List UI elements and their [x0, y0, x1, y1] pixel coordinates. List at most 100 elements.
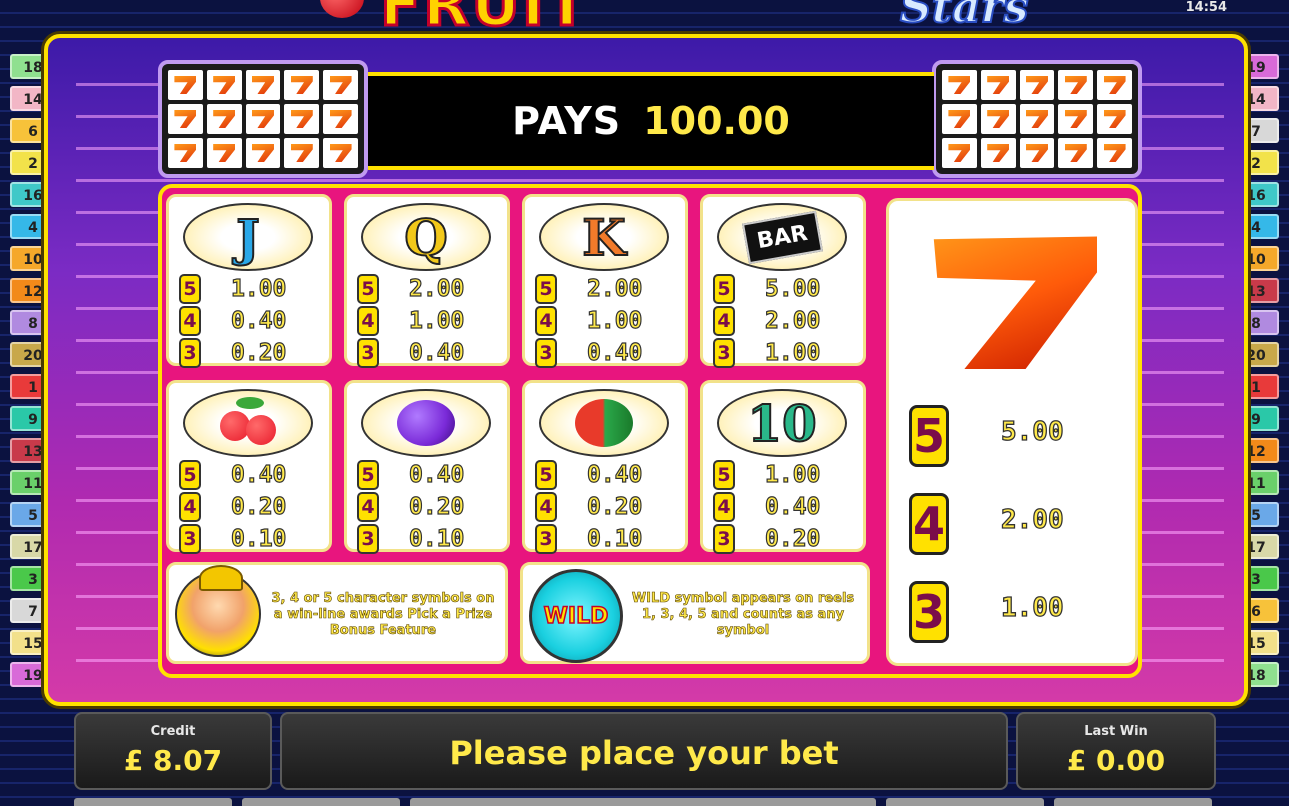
seven-pay-row: 3 1.00 [909, 581, 1129, 643]
pay-rows: 5 1.00 4 0.40 3 0.20 [713, 459, 853, 555]
wild-info-text: WILD symbol appears on reels 1, 3, 4, 5 … [631, 591, 855, 639]
seven-icon [213, 76, 236, 94]
clock: 14:54 [1185, 0, 1227, 15]
hat-icon [199, 565, 243, 591]
mini-reel-right [932, 60, 1142, 178]
mini-reel-cell [206, 104, 242, 134]
seven-icon [1025, 76, 1048, 94]
game-frame: PAYS 100.00 3, 4 or 5 character symbols … [44, 34, 1248, 706]
pay-count: 5 [535, 274, 557, 304]
control-button[interactable] [886, 798, 1044, 806]
seven-icon [329, 76, 352, 94]
paytable: 3, 4 or 5 character symbols on a win-lin… [158, 184, 1142, 678]
control-button[interactable] [1054, 798, 1212, 806]
mini-reel-cell [323, 138, 358, 168]
pay-count: 4 [535, 492, 557, 522]
seven-pay-count: 5 [909, 405, 949, 467]
pay-amount: 1.00 [408, 307, 465, 334]
cherry-icon [183, 389, 313, 457]
pay-count: 5 [179, 274, 201, 304]
paytable-card: 5 0.40 4 0.20 3 0.10 [344, 380, 510, 555]
pay-row: 4 0.20 [179, 491, 319, 523]
seven-icon [987, 144, 1010, 162]
paytable-card: BAR 5 5.00 4 2.00 3 1.00 [700, 194, 866, 369]
seven-icon [1064, 76, 1087, 94]
pay-row: 4 2.00 [713, 305, 853, 337]
pay-amount: 0.20 [230, 493, 287, 520]
bar-label: BAR [741, 210, 823, 264]
pay-amount: 0.10 [230, 525, 287, 552]
seven-icon [290, 144, 313, 162]
pay-row: 5 0.40 [179, 459, 319, 491]
pay-row: 5 2.00 [535, 273, 675, 305]
seven-pay-amount: 1.00 [1000, 592, 1064, 623]
pay-rows: 5 1.00 4 0.40 3 0.20 [179, 273, 319, 369]
seven-icon [948, 76, 971, 94]
mini-reel-cell [323, 70, 358, 100]
credit-value: £ 8.07 [123, 744, 223, 777]
wild-label: WILD [543, 603, 609, 630]
control-button[interactable] [242, 798, 400, 806]
fruit-shape [575, 399, 633, 447]
seven-icon [174, 110, 197, 128]
mini-reel-cell [1058, 104, 1094, 134]
seven-icon [251, 144, 274, 162]
pay-rows: 5 0.40 4 0.20 3 0.10 [535, 459, 675, 555]
pay-count: 5 [535, 460, 557, 490]
pay-count: 3 [357, 524, 379, 554]
pay-amount: 1.00 [764, 339, 821, 366]
bet-controls[interactable] [410, 798, 876, 806]
last-win-panel: Last Win £ 0.00 [1016, 712, 1216, 790]
pay-amount: 2.00 [408, 275, 465, 302]
letter-q-icon: Q [361, 203, 491, 271]
pay-amount: 0.20 [586, 493, 643, 520]
pay-count: 4 [535, 306, 557, 336]
pay-count: 5 [357, 274, 379, 304]
mini-reel-cell [1058, 138, 1094, 168]
seven-icon [329, 110, 352, 128]
pay-row: 3 1.00 [713, 337, 853, 369]
pay-count: 4 [357, 492, 379, 522]
seven-icon [213, 110, 236, 128]
pay-rows: 5 2.00 4 1.00 3 0.40 [535, 273, 675, 369]
number-10-icon: 10 [717, 389, 847, 457]
pay-count: 5 [713, 274, 735, 304]
pay-amount: 0.10 [586, 525, 643, 552]
character-icon [175, 565, 261, 657]
letter-k-icon: K [539, 203, 669, 271]
pay-row: 4 0.40 [179, 305, 319, 337]
mini-reel-cell [1019, 70, 1055, 100]
mini-reel-cell [1019, 104, 1055, 134]
seven-icon [1025, 110, 1048, 128]
message-panel: Please place your bet [280, 712, 1008, 790]
seven-pay-row: 4 2.00 [909, 493, 1129, 555]
control-button[interactable] [74, 798, 232, 806]
mini-reel-cell [1058, 70, 1094, 100]
last-win-value: £ 0.00 [1066, 744, 1166, 777]
mini-reel-cell [168, 138, 203, 168]
mini-reel-cell [980, 138, 1016, 168]
fruit-shape [216, 397, 280, 445]
symbol-label: 10 [746, 393, 818, 454]
pay-row: 3 0.10 [357, 523, 497, 555]
mini-reel-cell [323, 104, 358, 134]
symbol-label: K [581, 207, 626, 268]
mini-reel-cell [168, 104, 203, 134]
pay-amount: 0.20 [764, 525, 821, 552]
pay-amount: 1.00 [586, 307, 643, 334]
seven-icon [948, 144, 971, 162]
seven-icon [251, 110, 274, 128]
pay-row: 5 0.40 [535, 459, 675, 491]
wild-info-card: WILD WILD symbol appears on reels 1, 3, … [520, 562, 870, 664]
pay-amount: 0.40 [230, 307, 287, 334]
paytable-card: Q 5 2.00 4 1.00 3 0.40 [344, 194, 510, 368]
wild-icon: WILD [529, 569, 623, 663]
pay-row: 4 0.20 [535, 491, 675, 523]
paytable-card: 5 0.40 4 0.20 3 0.10 [522, 380, 688, 555]
symbol-label: Q [403, 207, 449, 268]
pay-rows: 5 0.40 4 0.20 3 0.10 [357, 459, 497, 555]
mini-reel-cell [980, 70, 1016, 100]
credit-panel: Credit £ 8.07 [74, 712, 272, 790]
pay-amount: 0.40 [764, 493, 821, 520]
paytable-card: K 5 2.00 4 1.00 3 0.40 [522, 194, 688, 369]
